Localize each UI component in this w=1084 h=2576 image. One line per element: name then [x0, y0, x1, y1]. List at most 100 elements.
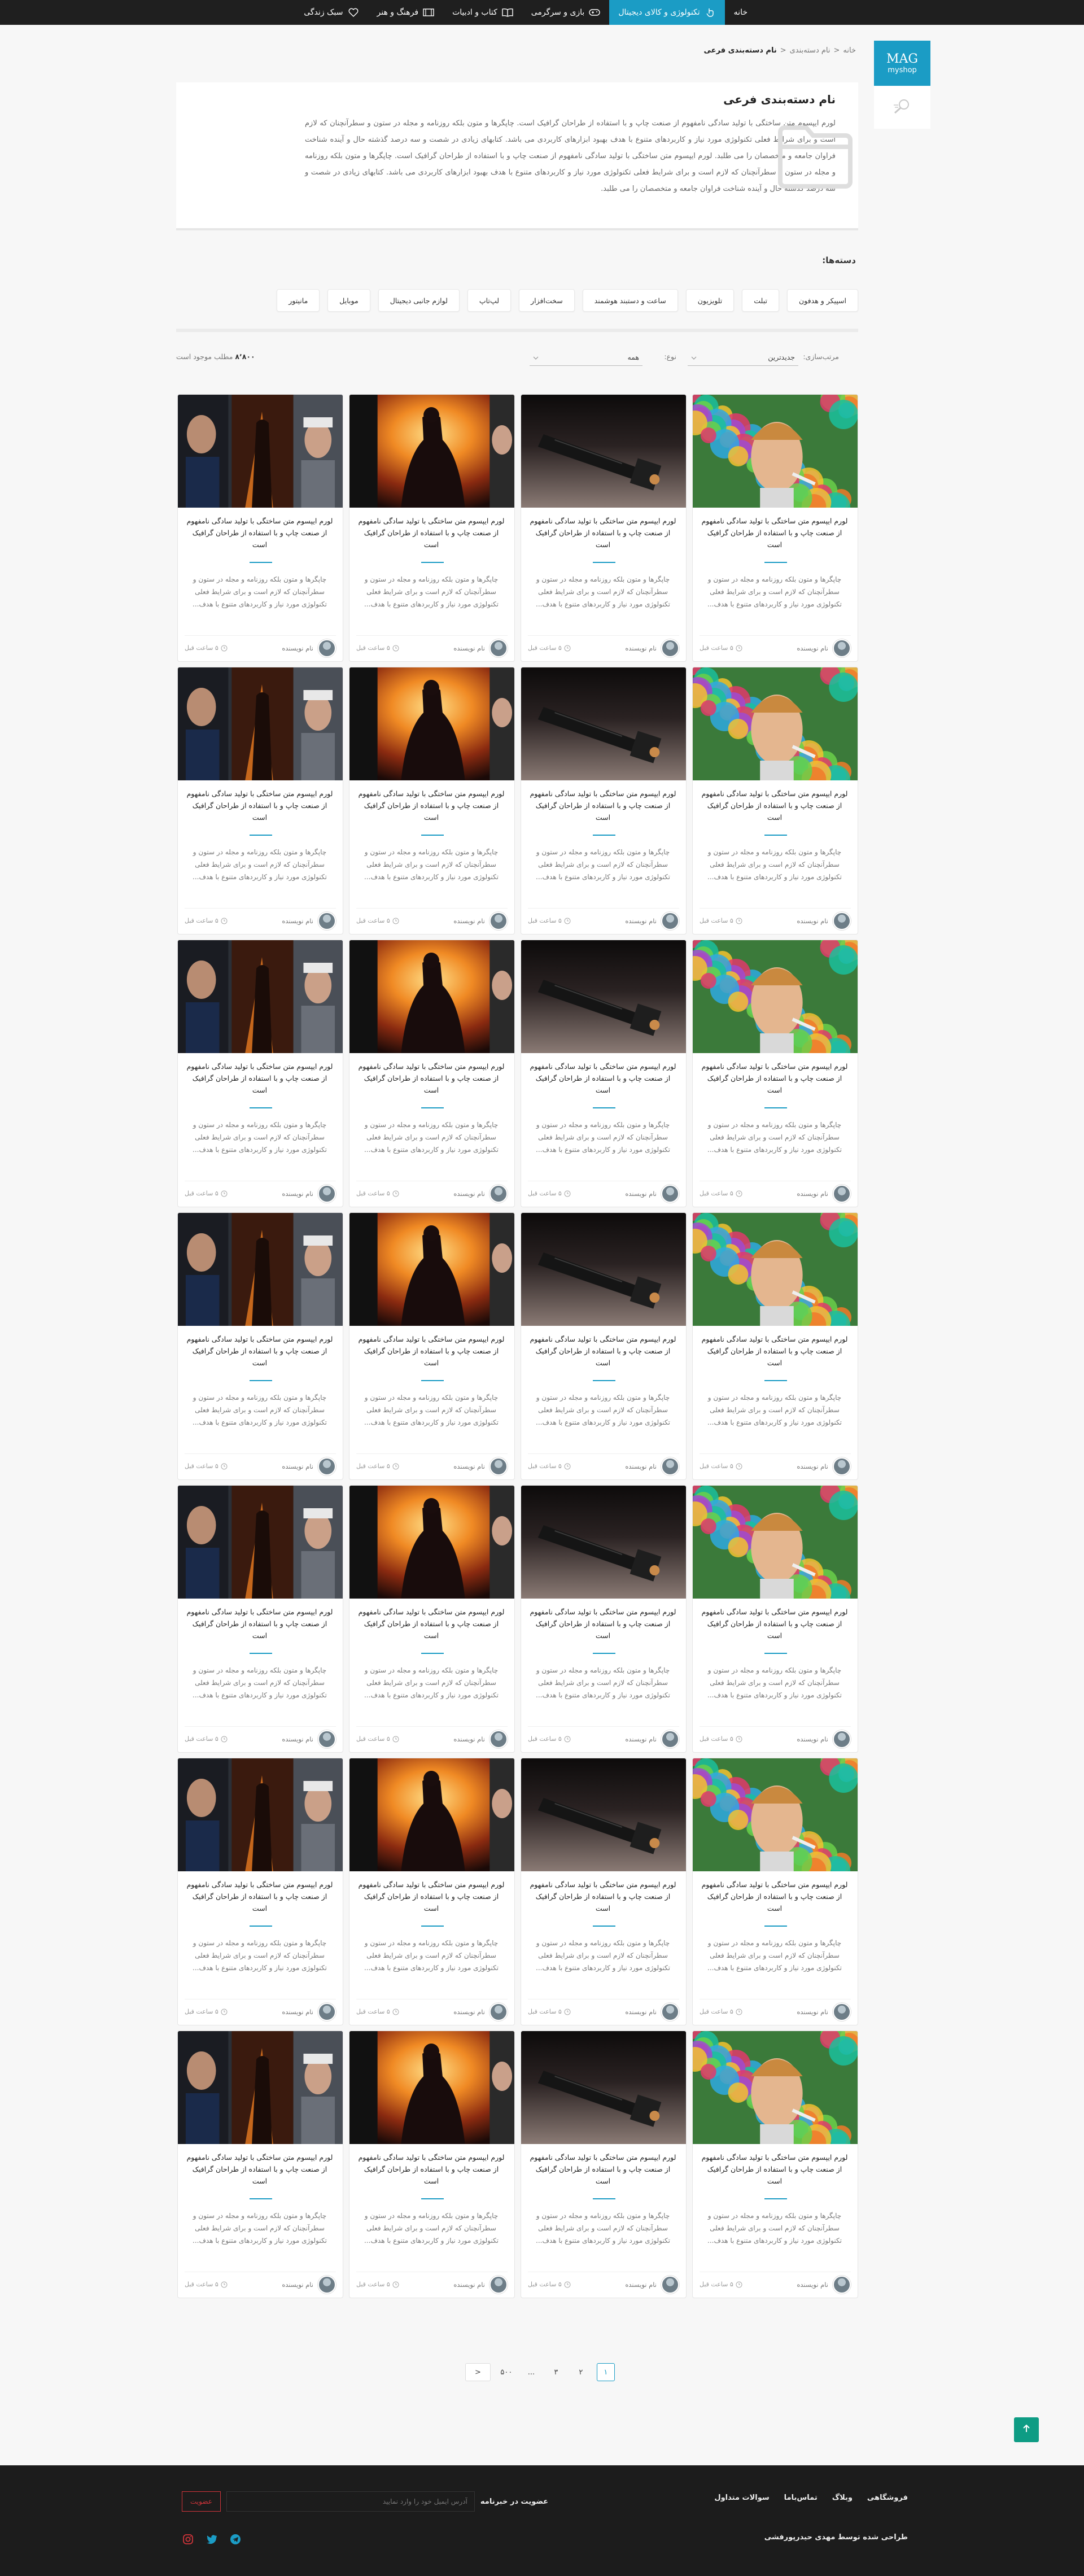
- post-author[interactable]: نام نویسنده: [282, 1184, 336, 1203]
- sort-select[interactable]: جدیدترین: [688, 349, 798, 366]
- newsletter-subscribe-button[interactable]: عضویت: [182, 2491, 221, 2512]
- post-title[interactable]: لورم ایپسوم متن ساختگی با تولید سادگی نا…: [357, 2151, 505, 2187]
- category-chip[interactable]: سخت‌افزار: [519, 289, 575, 312]
- post-card[interactable]: لورم ایپسوم متن ساختگی با تولید سادگی نا…: [692, 667, 858, 935]
- post-thumbnail[interactable]: [349, 1486, 514, 1599]
- menu-item-lifestyle[interactable]: سبک زندگی: [295, 0, 368, 25]
- site-logo[interactable]: MAG myshop: [874, 41, 930, 86]
- post-title[interactable]: لورم ایپسوم متن ساختگی با تولید سادگی نا…: [701, 788, 849, 823]
- post-card[interactable]: لورم ایپسوم متن ساختگی با تولید سادگی نا…: [521, 1758, 687, 2025]
- post-card[interactable]: لورم ایپسوم متن ساختگی با تولید سادگی نا…: [177, 394, 343, 662]
- post-title[interactable]: لورم ایپسوم متن ساختگی با تولید سادگی نا…: [701, 1333, 849, 1369]
- post-card[interactable]: لورم ایپسوم متن ساختگی با تولید سادگی نا…: [692, 394, 858, 662]
- post-title[interactable]: لورم ایپسوم متن ساختگی با تولید سادگی نا…: [701, 1060, 849, 1096]
- post-author[interactable]: نام نویسنده: [282, 2002, 336, 2021]
- menu-item-culture[interactable]: فرهنگ و هنر: [368, 0, 444, 25]
- post-thumbnail[interactable]: [349, 395, 514, 508]
- post-thumbnail[interactable]: [693, 2031, 858, 2144]
- post-card[interactable]: لورم ایپسوم متن ساختگی با تولید سادگی نا…: [349, 1485, 515, 1753]
- post-card[interactable]: لورم ایپسوم متن ساختگی با تولید سادگی نا…: [692, 2031, 858, 2298]
- menu-item-books[interactable]: کتاب و ادبیات: [443, 0, 522, 25]
- post-author[interactable]: نام نویسنده: [797, 1457, 851, 1475]
- post-thumbnail[interactable]: [521, 1758, 686, 1871]
- post-author[interactable]: نام نویسنده: [625, 1457, 679, 1475]
- back-to-top-button[interactable]: [1014, 2417, 1039, 2442]
- pagination-page-active[interactable]: ۱: [596, 2363, 615, 2381]
- post-card[interactable]: لورم ایپسوم متن ساختگی با تولید سادگی نا…: [692, 1212, 858, 1480]
- post-card[interactable]: لورم ایپسوم متن ساختگی با تولید سادگی نا…: [521, 394, 687, 662]
- post-card[interactable]: لورم ایپسوم متن ساختگی با تولید سادگی نا…: [177, 1485, 343, 1753]
- post-author[interactable]: نام نویسنده: [625, 911, 679, 930]
- footer-link[interactable]: سوالات متداول: [714, 2494, 769, 2502]
- post-title[interactable]: لورم ایپسوم متن ساختگی با تولید سادگی نا…: [529, 1333, 677, 1369]
- footer-link[interactable]: تماس‌باما: [784, 2494, 818, 2502]
- menu-item-games[interactable]: بازی و سرگرمی: [522, 0, 610, 25]
- menu-item-home[interactable]: خانه: [725, 0, 757, 25]
- post-thumbnail[interactable]: [349, 1213, 514, 1326]
- post-author[interactable]: نام نویسنده: [625, 639, 679, 657]
- post-thumbnail[interactable]: [693, 395, 858, 508]
- post-author[interactable]: نام نویسنده: [282, 911, 336, 930]
- post-title[interactable]: لورم ایپسوم متن ساختگی با تولید سادگی نا…: [529, 1879, 677, 1914]
- post-card[interactable]: لورم ایپسوم متن ساختگی با تولید سادگی نا…: [177, 667, 343, 935]
- post-author[interactable]: نام نویسنده: [797, 2275, 851, 2294]
- post-author[interactable]: نام نویسنده: [453, 911, 508, 930]
- post-card[interactable]: لورم ایپسوم متن ساختگی با تولید سادگی نا…: [521, 1485, 687, 1753]
- post-title[interactable]: لورم ایپسوم متن ساختگی با تولید سادگی نا…: [529, 1606, 677, 1641]
- breadcrumb-home[interactable]: خانه: [843, 46, 856, 55]
- post-thumbnail[interactable]: [349, 1758, 514, 1871]
- category-chip[interactable]: لپ‌تاپ: [467, 289, 512, 312]
- footer-link[interactable]: فروشگاهی: [867, 2494, 908, 2502]
- post-card[interactable]: لورم ایپسوم متن ساختگی با تولید سادگی نا…: [521, 940, 687, 1207]
- pagination-next[interactable]: >: [465, 2363, 491, 2381]
- post-card[interactable]: لورم ایپسوم متن ساختگی با تولید سادگی نا…: [349, 2031, 515, 2298]
- post-thumbnail[interactable]: [178, 2031, 343, 2144]
- post-thumbnail[interactable]: [693, 1213, 858, 1326]
- post-card[interactable]: لورم ایپسوم متن ساختگی با تولید سادگی نا…: [349, 667, 515, 935]
- post-title[interactable]: لورم ایپسوم متن ساختگی با تولید سادگی نا…: [701, 1606, 849, 1641]
- post-card[interactable]: لورم ایپسوم متن ساختگی با تولید سادگی نا…: [177, 940, 343, 1207]
- post-author[interactable]: نام نویسنده: [625, 2002, 679, 2021]
- post-thumbnail[interactable]: [521, 667, 686, 780]
- footer-link[interactable]: وبلاگ: [832, 2494, 853, 2502]
- post-title[interactable]: لورم ایپسوم متن ساختگی با تولید سادگی نا…: [186, 788, 334, 823]
- twitter-icon[interactable]: [206, 2533, 218, 2546]
- category-chip[interactable]: مانیتور: [277, 289, 320, 312]
- pagination-page[interactable]: ۵۰۰: [497, 2363, 515, 2381]
- post-card[interactable]: لورم ایپسوم متن ساختگی با تولید سادگی نا…: [521, 2031, 687, 2298]
- post-card[interactable]: لورم ایپسوم متن ساختگی با تولید سادگی نا…: [521, 667, 687, 935]
- telegram-icon[interactable]: [229, 2533, 242, 2546]
- post-title[interactable]: لورم ایپسوم متن ساختگی با تولید سادگی نا…: [357, 1333, 505, 1369]
- post-card[interactable]: لورم ایپسوم متن ساختگی با تولید سادگی نا…: [177, 1758, 343, 2025]
- pagination-page[interactable]: ۳: [547, 2363, 565, 2381]
- post-title[interactable]: لورم ایپسوم متن ساختگی با تولید سادگی نا…: [357, 1879, 505, 1914]
- breadcrumb-parent[interactable]: نام دسته‌بندی: [790, 46, 831, 55]
- post-thumbnail[interactable]: [178, 940, 343, 1053]
- post-title[interactable]: لورم ایپسوم متن ساختگی با تولید سادگی نا…: [357, 1060, 505, 1096]
- post-title[interactable]: لورم ایپسوم متن ساختگی با تولید سادگی نا…: [701, 2151, 849, 2187]
- post-card[interactable]: لورم ایپسوم متن ساختگی با تولید سادگی نا…: [692, 1758, 858, 2025]
- post-author[interactable]: نام نویسنده: [282, 1730, 336, 1748]
- post-title[interactable]: لورم ایپسوم متن ساختگی با تولید سادگی نا…: [186, 1606, 334, 1641]
- post-thumbnail[interactable]: [349, 667, 514, 780]
- post-author[interactable]: نام نویسنده: [282, 1457, 336, 1475]
- post-card[interactable]: لورم ایپسوم متن ساختگی با تولید سادگی نا…: [349, 1758, 515, 2025]
- post-title[interactable]: لورم ایپسوم متن ساختگی با تولید سادگی نا…: [186, 2151, 334, 2187]
- post-thumbnail[interactable]: [178, 667, 343, 780]
- post-card[interactable]: لورم ایپسوم متن ساختگی با تولید سادگی نا…: [349, 394, 515, 662]
- post-author[interactable]: نام نویسنده: [625, 1730, 679, 1748]
- post-title[interactable]: لورم ایپسوم متن ساختگی با تولید سادگی نا…: [186, 1879, 334, 1914]
- category-chip[interactable]: تلویزیون: [685, 289, 735, 312]
- post-thumbnail[interactable]: [521, 940, 686, 1053]
- post-thumbnail[interactable]: [349, 940, 514, 1053]
- post-author[interactable]: نام نویسنده: [282, 639, 336, 657]
- post-card[interactable]: لورم ایپسوم متن ساختگی با تولید سادگی نا…: [349, 940, 515, 1207]
- post-title[interactable]: لورم ایپسوم متن ساختگی با تولید سادگی نا…: [186, 1333, 334, 1369]
- post-author[interactable]: نام نویسنده: [453, 1184, 508, 1203]
- post-author[interactable]: نام نویسنده: [453, 2275, 508, 2294]
- post-thumbnail[interactable]: [521, 2031, 686, 2144]
- post-card[interactable]: لورم ایپسوم متن ساختگی با تولید سادگی نا…: [692, 940, 858, 1207]
- instagram-icon[interactable]: [182, 2533, 194, 2546]
- type-select[interactable]: همه: [530, 349, 642, 366]
- post-author[interactable]: نام نویسنده: [625, 2275, 679, 2294]
